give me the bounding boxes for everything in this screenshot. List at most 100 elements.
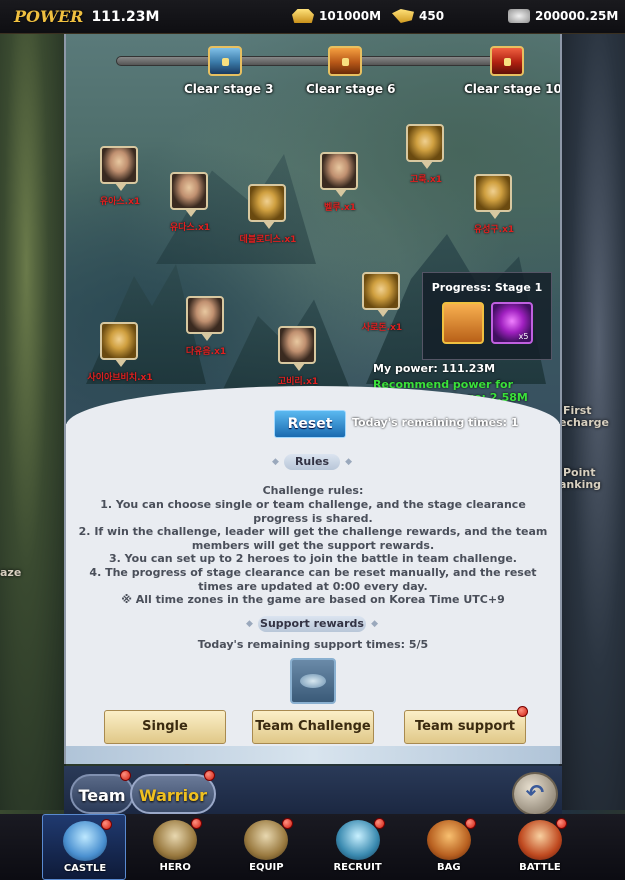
rule-line: 3. You can set up to 2 heroes to join th… — [109, 552, 517, 566]
milestone-chest-stage6-icon[interactable] — [328, 46, 362, 76]
panel-bottom-decoration — [66, 746, 560, 764]
my-power-text: My power: 111.23M — [373, 362, 496, 375]
rules-list: 1. You can choose single or team challen… — [74, 498, 552, 607]
castle-icon — [63, 821, 107, 861]
nav-label: RECRUIT — [333, 862, 382, 873]
enemy-stage-node[interactable]: 벨루.x1 — [320, 152, 360, 213]
enemy-name: 유아스.x1 — [99, 197, 141, 207]
first-recharge-icon[interactable]: First echarge — [559, 370, 625, 430]
silver-resource[interactable]: 200000.25M — [508, 9, 618, 23]
notification-dot — [101, 819, 112, 830]
enemy-portrait — [362, 272, 400, 317]
milestone-label: Clear stage 3 — [184, 82, 274, 96]
enemy-name: 데블로디스.x1 — [239, 235, 297, 245]
challenge-panel: Clear stage 3 Clear stage 6 Clear stage … — [64, 34, 562, 766]
rule-line: 1. You can choose single or team challen… — [100, 498, 526, 525]
notification-dot — [191, 818, 203, 829]
bottom-navigation: CASTLE HERO EQUIP RECRUIT BAG BATTLE — [0, 814, 625, 880]
rules-section-tag: Rules — [272, 454, 352, 470]
support-reward-item-icon[interactable] — [290, 658, 336, 704]
enemy-stage-node[interactable]: 다유음.x1 — [186, 296, 226, 357]
enemy-portrait — [170, 172, 208, 217]
stage-progress-track — [116, 56, 516, 66]
milestone-label: Clear stage 10 — [464, 82, 560, 96]
enemy-stage-node[interactable]: 고비리.x1 — [278, 326, 318, 387]
gold-icon — [292, 9, 314, 23]
silver-icon — [508, 9, 530, 23]
enemy-portrait — [320, 152, 358, 197]
notification-dot — [204, 770, 215, 781]
notification-dot — [464, 818, 476, 829]
stage-reward-items: x5 — [423, 302, 551, 344]
enemy-portrait — [474, 174, 512, 219]
enemy-stage-node[interactable]: 유성구.x1 — [474, 174, 514, 235]
enemy-name: 사로돈.x1 — [361, 323, 403, 333]
single-challenge-button[interactable]: Single Challenge — [104, 710, 226, 766]
milestone-chest-stage3-icon[interactable] — [208, 46, 242, 76]
point-ranking-icon[interactable]: Point anking — [559, 432, 625, 492]
tab-warrior[interactable]: Warrior — [130, 774, 216, 814]
hero-helmet-icon — [153, 820, 198, 860]
enemy-stage-node[interactable]: 고룩.x1 — [406, 124, 446, 185]
nav-equip[interactable]: EQUIP — [224, 814, 308, 880]
nav-label: HERO — [159, 862, 191, 873]
mode-tab-strip: Team Warrior ↶ — [64, 766, 562, 818]
enemy-stage-node[interactable]: 사로돈.x1 — [362, 272, 402, 333]
enemy-portrait — [248, 184, 286, 229]
first-recharge-label-2: echarge — [559, 416, 609, 429]
nav-castle[interactable]: CASTLE — [42, 814, 126, 880]
ingot-icon — [392, 9, 414, 23]
stage-progress-box: Progress: Stage 1 x5 — [422, 272, 552, 360]
rule-line: 4. The progress of stage clearance can b… — [89, 565, 537, 593]
back-arrow-icon[interactable]: ↶ — [512, 772, 558, 816]
enemy-stage-node[interactable]: 데블로디스.x1 — [240, 184, 296, 245]
enemy-portrait — [406, 124, 444, 169]
reset-button[interactable]: Reset — [274, 410, 346, 438]
support-rewards-tag: Support rewards — [246, 616, 378, 632]
silver-amount: 200000.25M — [535, 9, 619, 23]
gold-amount: 101000M — [319, 9, 382, 23]
rules-title: Challenge rules: — [262, 484, 364, 497]
rule-line: 2. If win the challenge, leader will get… — [78, 525, 548, 552]
treasure-chest-icon[interactable] — [441, 302, 484, 344]
nav-bag[interactable]: BAG — [407, 814, 491, 880]
top-resource-bar: POWER 111.23M 101000M 450 200000.25M — [0, 0, 625, 34]
team-challenge-button[interactable]: Team Challenge — [252, 710, 374, 744]
enemy-name: 고룩.x1 — [409, 175, 443, 185]
nav-recruit[interactable]: RECRUIT — [316, 814, 400, 880]
remaining-times-text: Today's remaining times: 1 — [352, 416, 519, 429]
nav-label: BATTLE — [519, 862, 561, 873]
enemy-name: 유성구.x1 — [473, 225, 515, 235]
recruit-orb-icon — [335, 820, 380, 860]
notification-dot — [373, 818, 385, 829]
enemy-name: 다유음.x1 — [185, 347, 227, 357]
gold-resource[interactable]: 101000M — [292, 9, 381, 23]
nav-battle[interactable]: BATTLE — [498, 814, 582, 880]
milestone-chest-stage10-icon[interactable] — [490, 46, 524, 76]
enemy-portrait — [186, 296, 224, 341]
notification-dot — [517, 706, 528, 717]
enemy-name: 사이아브비치.x1 — [87, 373, 153, 383]
power-value: 111.23M — [91, 8, 160, 25]
purple-orb-icon[interactable]: x5 — [490, 302, 533, 344]
enemy-portrait — [100, 146, 138, 191]
enemy-stage-node[interactable]: 사이아브비치.x1 — [87, 322, 153, 383]
milestone-label: Clear stage 6 — [306, 82, 396, 96]
rule-line: ※ All time zones in the game are based o… — [121, 593, 505, 607]
support-remaining-text: Today's remaining support times: 5/5 — [197, 638, 429, 651]
team-support-button[interactable]: Team support — [404, 710, 526, 744]
nav-hero[interactable]: HERO — [133, 814, 217, 880]
nav-label: BAG — [436, 862, 461, 873]
power-logo: POWER — [14, 7, 84, 26]
right-background-scenery: First echarge Point anking — [559, 34, 625, 810]
side-left-label: aze — [0, 566, 22, 579]
nav-label: EQUIP — [249, 862, 284, 873]
team-support-wrapper: Team support — [404, 706, 528, 744]
stage-progress-title: Progress: Stage 1 — [431, 281, 543, 294]
ingot-resource[interactable]: 450 — [392, 9, 444, 23]
orb-quantity: x5 — [518, 332, 529, 341]
enemy-portrait — [278, 326, 316, 371]
enemy-stage-node[interactable]: 유다스.x1 — [170, 172, 210, 233]
ingot-amount: 450 — [419, 9, 445, 23]
enemy-stage-node[interactable]: 유아스.x1 — [100, 146, 140, 207]
